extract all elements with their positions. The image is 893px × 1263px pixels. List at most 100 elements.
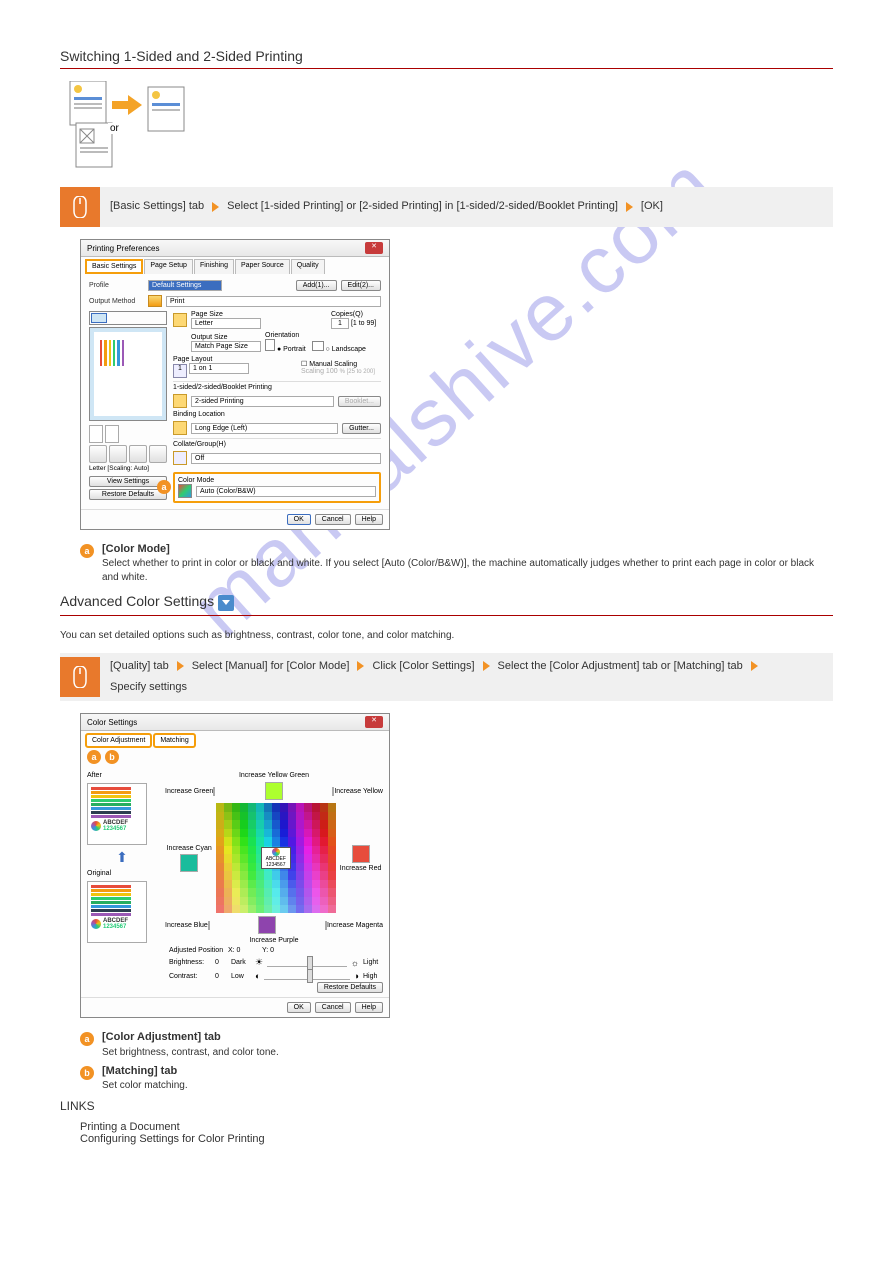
sample-original: ABCDEF 1234567 bbox=[87, 881, 147, 943]
illustration-row: or bbox=[66, 81, 186, 171]
page-size-icon bbox=[173, 313, 187, 327]
green-button[interactable] bbox=[213, 787, 215, 796]
tab-paper-source[interactable]: Paper Source bbox=[235, 259, 290, 274]
collate-select[interactable]: Off bbox=[191, 453, 381, 464]
color-grid[interactable]: ABCDEF 1234567 bbox=[216, 803, 336, 913]
edit-button[interactable]: Edit(2)... bbox=[341, 280, 381, 291]
link-printing-document[interactable]: Printing a Document bbox=[80, 1121, 180, 1133]
purple-button[interactable] bbox=[258, 916, 276, 934]
tool-icon[interactable] bbox=[109, 445, 127, 463]
preview-thumb-icon[interactable] bbox=[91, 313, 107, 323]
tool-icon[interactable] bbox=[105, 425, 119, 443]
close-icon[interactable]: ✕ bbox=[365, 242, 383, 254]
scaling-label: Scaling bbox=[301, 368, 324, 375]
cancel-button[interactable]: Cancel bbox=[315, 514, 351, 525]
red-button[interactable] bbox=[352, 845, 370, 863]
preview-caption: Letter [Scaling: Auto] bbox=[89, 465, 167, 472]
restore-defaults-button[interactable]: Restore Defaults bbox=[89, 489, 167, 500]
bar1-part3: [OK] bbox=[641, 199, 663, 214]
profile-select[interactable]: Default Settings bbox=[148, 280, 222, 291]
yellowgreen-button[interactable] bbox=[265, 782, 283, 800]
ok-button[interactable]: OK bbox=[287, 1002, 311, 1013]
tab-matching[interactable]: Matching bbox=[153, 733, 195, 748]
arrow-icon bbox=[212, 202, 219, 212]
sided-select[interactable]: 2-sided Printing bbox=[191, 396, 334, 407]
copies-label: Copies(Q) bbox=[331, 311, 363, 318]
section-title-2: Advanced Color Settings bbox=[60, 593, 833, 610]
inc-yellow-green: Increase Yellow Green bbox=[165, 772, 383, 779]
restore-defaults-button[interactable]: Restore Defaults bbox=[317, 982, 383, 993]
or-label: or bbox=[108, 123, 121, 134]
help-button[interactable]: Help bbox=[355, 1002, 383, 1013]
chevron-down-icon[interactable] bbox=[218, 595, 234, 611]
annotation-b-desc: Set color matching. bbox=[102, 1079, 188, 1093]
annotation-a2-label: [Color Adjustment] tab bbox=[102, 1030, 279, 1045]
bar1-part1: [Basic Settings] tab bbox=[110, 199, 204, 214]
arrow-icon bbox=[751, 661, 758, 671]
tab-finishing[interactable]: Finishing bbox=[194, 259, 234, 274]
tool-icon[interactable] bbox=[89, 445, 107, 463]
original-label: Original bbox=[87, 870, 157, 877]
divider bbox=[60, 68, 833, 69]
scaling-value: 100 bbox=[326, 368, 338, 375]
dialog-tabs: Basic Settings Page Setup Finishing Pape… bbox=[81, 257, 389, 274]
manual-scaling-checkbox[interactable]: ☐ bbox=[301, 361, 307, 368]
gutter-button[interactable]: Gutter... bbox=[342, 423, 381, 434]
page-size-label: Page Size bbox=[191, 311, 223, 318]
light-label: Light bbox=[363, 959, 383, 966]
arrow-icon bbox=[177, 661, 184, 671]
annotation-a-desc: Select whether to print in color or blac… bbox=[102, 557, 833, 585]
tool-icon[interactable] bbox=[149, 445, 167, 463]
color-mode-label: Color Mode bbox=[178, 477, 376, 484]
portrait-label: Portrait bbox=[283, 346, 306, 353]
badge-a: a bbox=[157, 480, 171, 494]
copies-input[interactable]: 1 bbox=[331, 318, 349, 329]
tab-page-setup[interactable]: Page Setup bbox=[144, 259, 193, 274]
output-size-select[interactable]: Match Page Size bbox=[191, 341, 261, 352]
portrait-radio[interactable]: ● bbox=[277, 346, 281, 353]
page-layout-select[interactable]: 1 on 1 bbox=[189, 363, 249, 374]
adjusted-position-label: Adjusted Position bbox=[169, 947, 224, 954]
dialog-titlebar: Printing Preferences ✕ bbox=[81, 240, 389, 257]
landscape-icon bbox=[312, 341, 324, 351]
dialog-titlebar: Color Settings ✕ bbox=[81, 714, 389, 731]
arrow-up-icon: ⬆ bbox=[87, 849, 157, 866]
page-size-select[interactable]: Letter bbox=[191, 318, 261, 329]
preview-panel: Letter [Scaling: Auto] View Settings Res… bbox=[89, 311, 167, 503]
landscape-label: Landscape bbox=[332, 346, 366, 353]
blue-button[interactable] bbox=[208, 921, 210, 930]
dialog-title: Printing Preferences bbox=[87, 244, 159, 253]
close-icon[interactable]: ✕ bbox=[365, 716, 383, 728]
color-mode-select[interactable]: Auto (Color/B&W) bbox=[196, 486, 376, 497]
badge-a: a bbox=[87, 750, 101, 764]
contrast-slider[interactable] bbox=[264, 972, 349, 980]
output-method-select[interactable]: Print bbox=[166, 296, 381, 307]
brightness-slider[interactable] bbox=[267, 959, 347, 967]
inc-yellow: Increase Yellow bbox=[334, 788, 383, 795]
color-settings-dialog: Color Settings ✕ Color Adjustment Matchi… bbox=[80, 713, 390, 1018]
links-heading: LINKS bbox=[60, 1099, 833, 1113]
binding-select[interactable]: Long Edge (Left) bbox=[191, 423, 338, 434]
add-button[interactable]: Add(1)... bbox=[296, 280, 337, 291]
tab-color-adjustment[interactable]: Color Adjustment bbox=[85, 733, 152, 748]
cyan-button[interactable] bbox=[180, 854, 198, 872]
sample-after: ABCDEF 1234567 bbox=[87, 783, 147, 845]
link-color-printing[interactable]: Configuring Settings for Color Printing bbox=[80, 1133, 265, 1145]
inc-green: Increase Green bbox=[165, 788, 213, 795]
tool-icon[interactable] bbox=[129, 445, 147, 463]
cancel-button[interactable]: Cancel bbox=[315, 1002, 351, 1013]
tab-basic-settings[interactable]: Basic Settings bbox=[85, 259, 143, 274]
bar1-part2: Select [1-sided Printing] or [2-sided Pr… bbox=[227, 199, 618, 214]
tab-quality[interactable]: Quality bbox=[291, 259, 325, 274]
ok-button[interactable]: OK bbox=[287, 514, 311, 525]
arrow-icon bbox=[626, 202, 633, 212]
manual-scaling-label: Manual Scaling bbox=[309, 361, 357, 368]
view-settings-button[interactable]: View Settings bbox=[89, 476, 167, 487]
tool-icon[interactable] bbox=[89, 425, 103, 443]
booklet-button[interactable]: Booklet... bbox=[338, 396, 381, 407]
dark-label: Dark bbox=[231, 959, 251, 966]
help-button[interactable]: Help bbox=[355, 514, 383, 525]
landscape-radio[interactable]: ○ bbox=[326, 346, 330, 353]
cs-tabs: Color Adjustment Matching bbox=[81, 731, 389, 748]
bar2-part2: Select [Manual] for [Color Mode] bbox=[192, 659, 350, 674]
